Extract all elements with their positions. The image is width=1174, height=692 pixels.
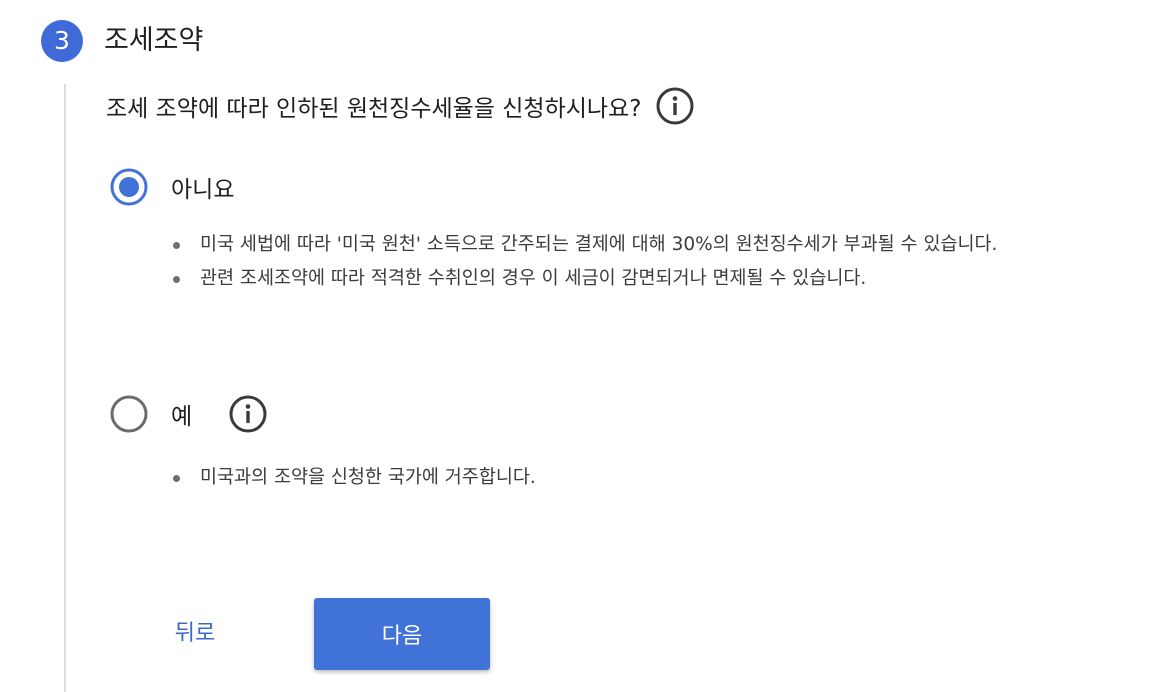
bullet-icon [173, 276, 180, 283]
option-no-label[interactable]: 아니요 [171, 170, 234, 204]
radio-selected-icon[interactable] [109, 167, 149, 207]
back-button[interactable]: 뒤로 [150, 608, 240, 658]
step-connector-line [64, 84, 66, 692]
step-number-badge: 3 [41, 20, 83, 62]
step-title: 조세조약 [104, 25, 204, 56]
option-yes-label[interactable]: 예 [171, 397, 192, 431]
radio-unselected-icon[interactable] [109, 394, 149, 434]
list-item: 미국 세법에 따라 '미국 원천' 소득으로 간주되는 결제에 대해 30%의 … [172, 228, 997, 262]
question-text: 조세 조약에 따라 인하된 원천징수세율을 신청하시나요? [106, 96, 642, 122]
bullet-icon [173, 242, 180, 249]
list-item-text: 미국과의 조약을 신청한 국가에 거주합니다. [200, 467, 536, 488]
list-item-text: 관련 조세조약에 따라 적격한 수취인의 경우 이 세금이 감면되거나 면제될 … [200, 268, 867, 289]
list-item-text: 미국 세법에 따라 '미국 원천' 소득으로 간주되는 결제에 대해 30%의 … [200, 234, 998, 255]
option-yes-details: 미국과의 조약을 신청한 국가에 거주합니다. [172, 461, 536, 495]
info-icon[interactable] [655, 86, 695, 126]
question: 조세 조약에 따라 인하된 원천징수세율을 신청하시나요? [106, 84, 695, 128]
option-no[interactable]: 아니요 [109, 167, 234, 207]
list-item: 미국과의 조약을 신청한 국가에 거주합니다. [172, 461, 536, 495]
bullet-icon [173, 475, 180, 482]
list-item: 관련 조세조약에 따라 적격한 수취인의 경우 이 세금이 감면되거나 면제될 … [172, 262, 997, 296]
info-icon[interactable] [228, 394, 268, 434]
option-no-details: 미국 세법에 따라 '미국 원천' 소득으로 간주되는 결제에 대해 30%의 … [172, 228, 997, 296]
option-yes[interactable]: 예 [109, 394, 268, 434]
next-button[interactable]: 다음 [314, 598, 490, 670]
